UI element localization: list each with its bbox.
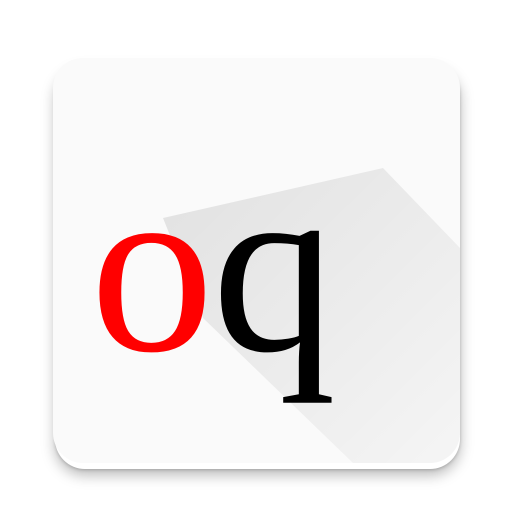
app-icon: o q bbox=[0, 0, 512, 512]
letter-q: q bbox=[212, 129, 336, 404]
app-icon-tile[interactable]: o q bbox=[53, 58, 460, 463]
letter-o: o bbox=[90, 129, 214, 404]
